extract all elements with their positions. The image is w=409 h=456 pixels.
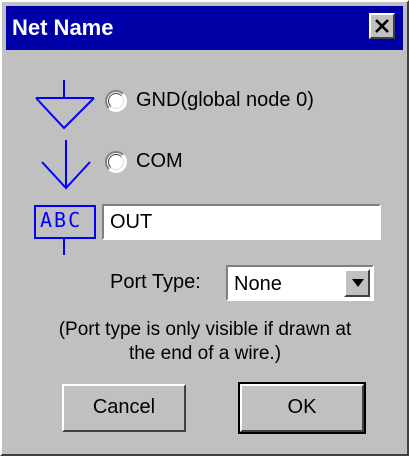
net-name-input[interactable]: OUT [102,204,381,240]
cancel-button[interactable]: Cancel [62,384,186,432]
gnd-label: GND(global node 0) [136,89,314,111]
common-symbol-icon [41,140,91,190]
note-line-2: the end of a wire.) [128,343,282,364]
abc-symbol-text: ABC [40,208,83,232]
port-type-label: Port Type: [110,271,201,293]
chevron-down-icon [352,279,364,287]
port-type-select[interactable]: None [226,265,374,301]
note-line-1: (Port type is only visible if drawn at [58,319,352,340]
dialog-title: Net Name [12,15,114,40]
com-label: COM [136,150,183,172]
close-icon [375,19,389,33]
gnd-radio[interactable] [105,90,127,112]
close-button[interactable] [369,13,395,39]
ok-button[interactable]: OK [238,382,366,434]
port-type-value: None [234,273,282,295]
title-bar: Net Name [6,6,403,50]
com-radio[interactable] [105,151,127,173]
port-type-note: (Port type is only visible if drawn at t… [20,318,390,366]
ground-symbol-icon [35,80,95,130]
dropdown-button[interactable] [344,269,370,297]
